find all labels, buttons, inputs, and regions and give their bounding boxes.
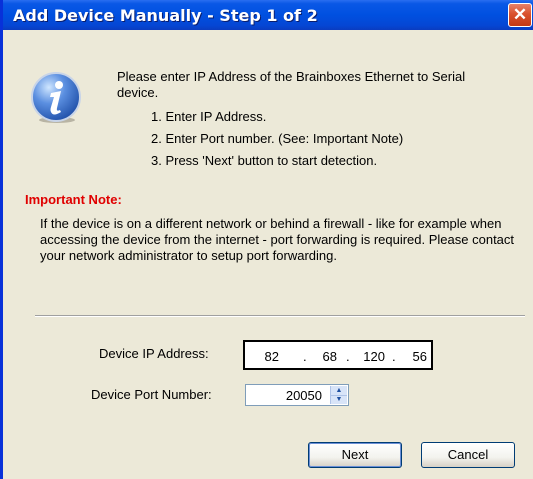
ip-separator: . — [303, 349, 307, 364]
ip-separator: . — [346, 349, 350, 364]
ip-octet-4[interactable]: 56 — [403, 349, 427, 364]
title-bar[interactable]: Add Device Manually - Step 1 of 2 ✕ — [3, 0, 533, 30]
step-1: 1. Enter IP Address. — [151, 109, 267, 124]
important-note-text: If the device is on a different network … — [40, 216, 515, 263]
divider — [35, 315, 525, 317]
intro-section: Please enter IP Address of the Brainboxe… — [117, 69, 507, 168]
window-title: Add Device Manually - Step 1 of 2 — [13, 6, 318, 25]
important-note-title: Important Note: — [25, 192, 122, 207]
ip-separator: . — [392, 349, 396, 364]
ip-address-field[interactable]: 82 . 68 . 120 . 56 — [243, 340, 433, 370]
spin-down-icon[interactable]: ▼ — [331, 395, 347, 404]
ip-octet-3[interactable]: 120 — [353, 349, 385, 364]
port-number-field[interactable]: 20050 ▲ ▼ — [245, 384, 349, 406]
ip-octet-1[interactable]: 82 — [255, 349, 279, 364]
port-spinner[interactable]: ▲ ▼ — [330, 386, 347, 404]
cancel-button[interactable]: Cancel — [421, 442, 515, 468]
info-icon — [29, 70, 84, 125]
close-button[interactable]: ✕ — [508, 3, 532, 27]
intro-text: Please enter IP Address of the Brainboxe… — [117, 69, 466, 100]
ip-octet-2[interactable]: 68 — [313, 349, 337, 364]
ip-address-label: Device IP Address: — [99, 346, 209, 361]
step-2: 2. Enter Port number. (See: Important No… — [151, 131, 404, 146]
close-icon: ✕ — [512, 5, 528, 24]
dialog-window: Add Device Manually - Step 1 of 2 ✕ Plea… — [0, 0, 533, 479]
port-number-label: Device Port Number: — [91, 387, 212, 402]
port-number-value: 20050 — [285, 388, 322, 403]
step-3: 3. Press 'Next' button to start detectio… — [151, 153, 378, 168]
next-button[interactable]: Next — [308, 442, 402, 468]
